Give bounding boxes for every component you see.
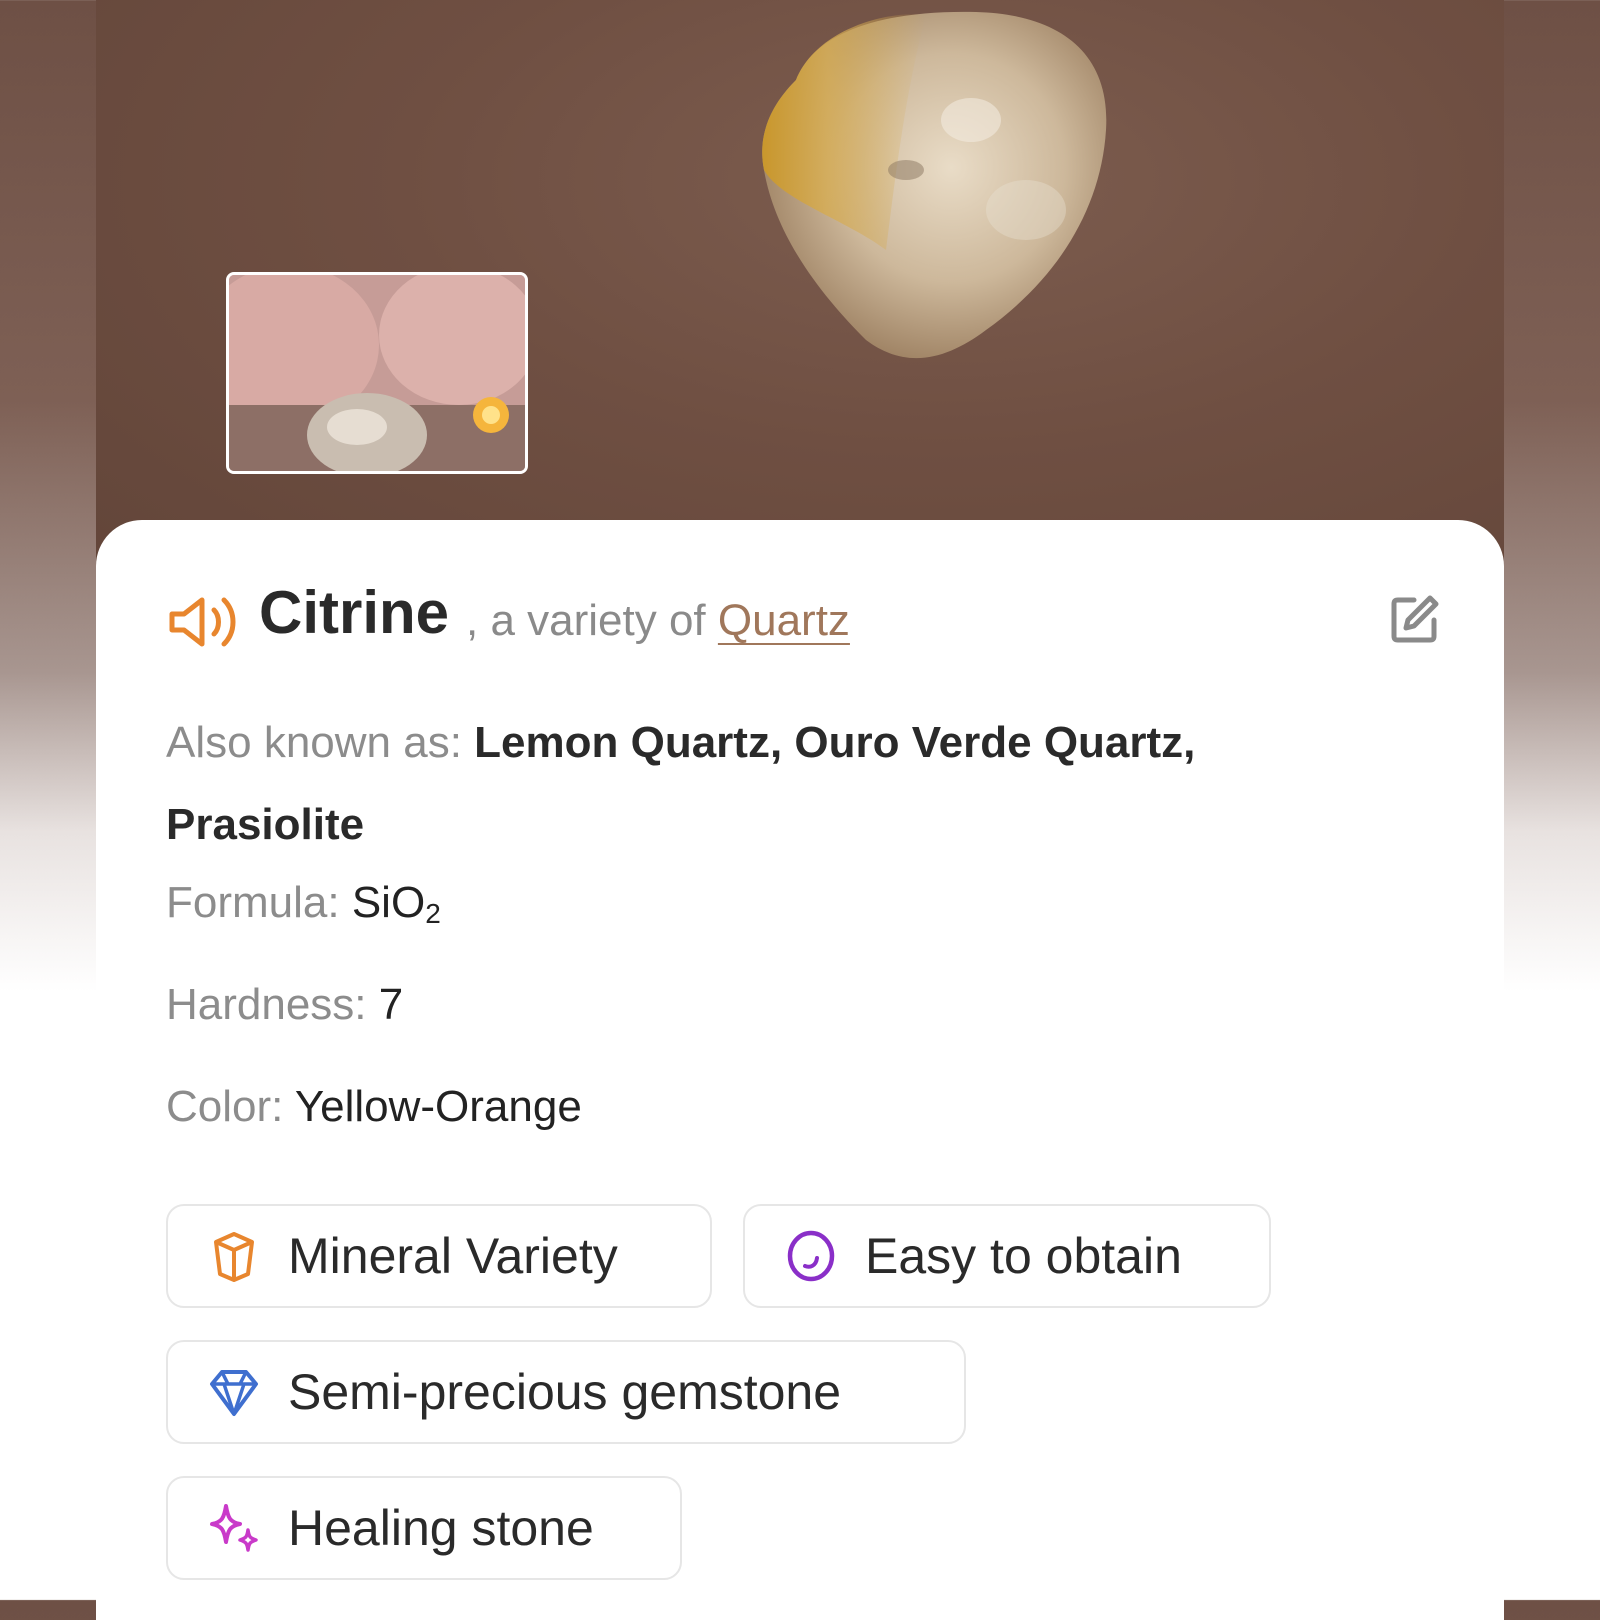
variety-line: , a variety of Quartz bbox=[466, 596, 850, 646]
formula-subscript: 2 bbox=[425, 898, 441, 929]
thumbnail-image bbox=[229, 275, 525, 471]
also-known-label: Also known as: bbox=[166, 718, 475, 767]
sparkle-icon bbox=[210, 1504, 258, 1552]
chip-semi-precious-gemstone[interactable]: Semi-precious gemstone bbox=[166, 1340, 966, 1444]
variety-link[interactable]: Quartz bbox=[718, 596, 850, 645]
speaker-icon[interactable] bbox=[166, 592, 242, 652]
hardness-value: 7 bbox=[378, 980, 404, 1029]
chip-label: Semi-precious gemstone bbox=[288, 1364, 842, 1420]
chip-mineral-variety[interactable]: Mineral Variety bbox=[166, 1204, 712, 1308]
formula-main: SiO bbox=[351, 878, 426, 927]
diamond-icon bbox=[210, 1370, 258, 1416]
crystal-icon bbox=[214, 1232, 254, 1282]
user-photo-thumbnail[interactable] bbox=[226, 272, 528, 474]
chip-label: Healing stone bbox=[288, 1500, 594, 1556]
circle-icon bbox=[787, 1230, 835, 1282]
chip-easy-to-obtain[interactable]: Easy to obtain bbox=[743, 1204, 1271, 1308]
chip-healing-stone[interactable]: Healing stone bbox=[166, 1476, 682, 1580]
formula-row: Formula: SiO2 bbox=[166, 878, 441, 930]
mineral-info-card: Citrine , a variety of Quartz Also known… bbox=[96, 520, 1504, 1620]
formula-label: Formula: bbox=[166, 878, 352, 927]
formula-value: SiO2 bbox=[351, 878, 441, 929]
color-row: Color: Yellow-Orange bbox=[166, 1082, 582, 1132]
hardness-row: Hardness: 7 bbox=[166, 980, 403, 1030]
variety-prefix: , a variety of bbox=[466, 596, 718, 645]
color-value: Yellow-Orange bbox=[294, 1082, 582, 1131]
chip-label: Easy to obtain bbox=[865, 1228, 1182, 1284]
color-label: Color: bbox=[166, 1082, 295, 1131]
hardness-label: Hardness: bbox=[166, 980, 379, 1029]
also-known-as: Also known as: Lemon Quartz, Ouro Verde … bbox=[166, 702, 1366, 866]
edit-icon[interactable] bbox=[1386, 592, 1442, 648]
chip-label: Mineral Variety bbox=[288, 1228, 618, 1284]
mineral-name: Citrine bbox=[259, 579, 450, 646]
citrine-stone-photo bbox=[762, 11, 1107, 359]
specimen-photo bbox=[96, 0, 1504, 600]
